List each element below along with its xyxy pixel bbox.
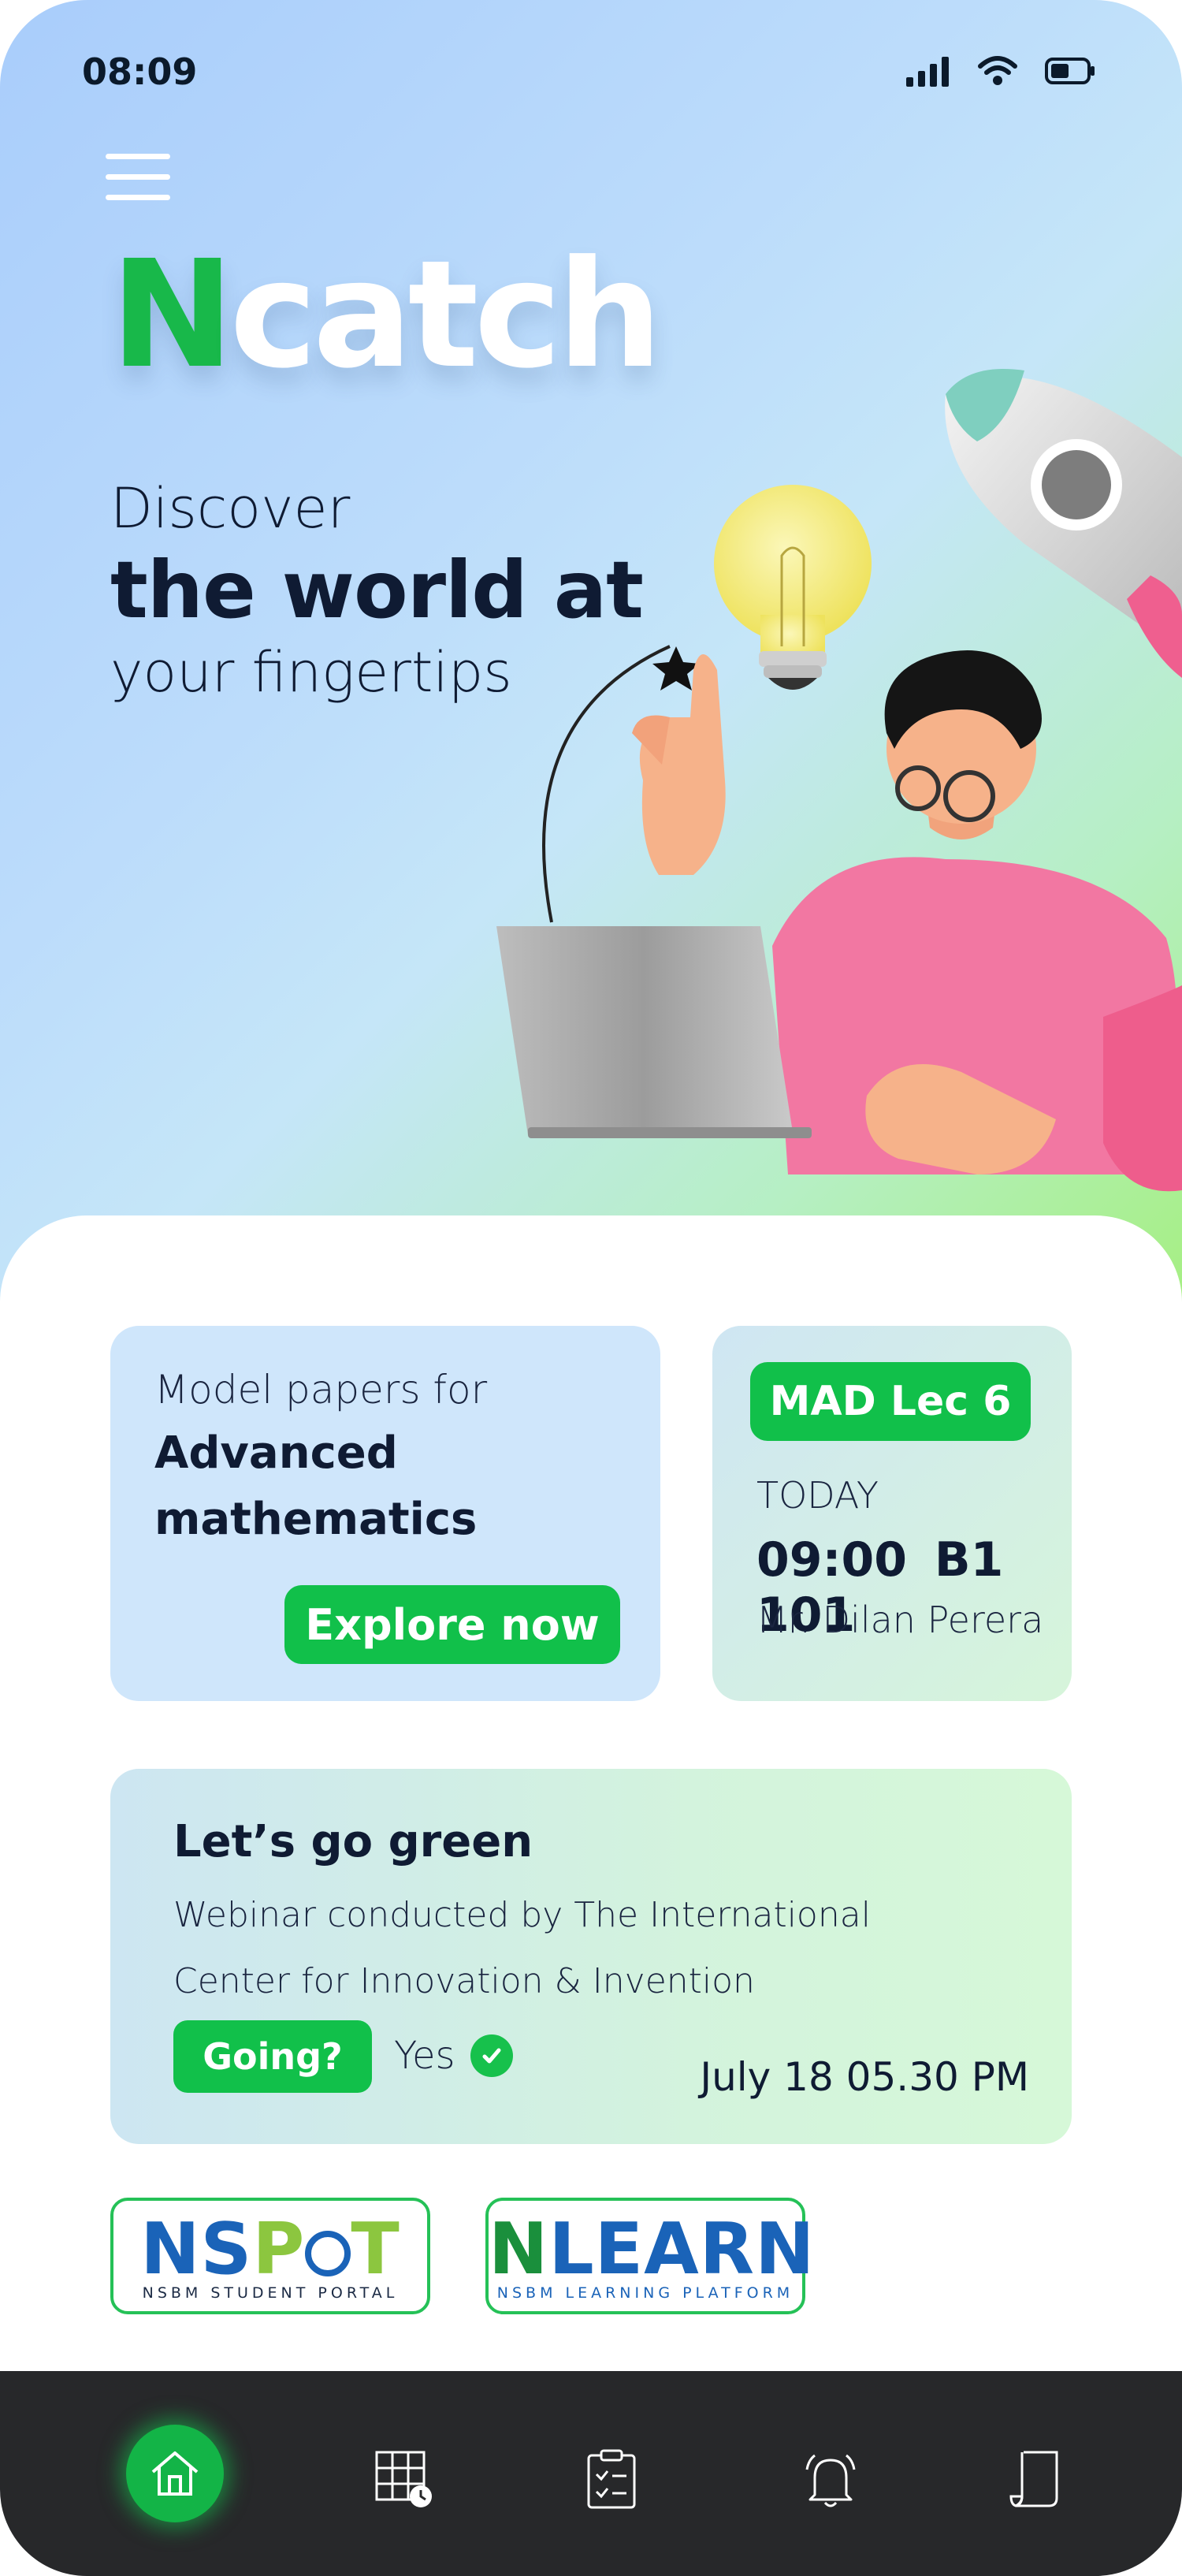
event-desc-line1: Webinar conducted by The International — [173, 1895, 871, 1935]
nspot-subtitle: NSBM STUDENT PORTAL — [142, 2284, 399, 2302]
status-icons — [906, 55, 1095, 87]
lecturer-name: Mr. Dilan Perera — [756, 1599, 1044, 1641]
home-icon[interactable] — [126, 2425, 224, 2522]
hamburger-menu-icon[interactable] — [106, 154, 170, 201]
battery-icon — [1045, 58, 1095, 84]
lecture-day: TODAY — [756, 1474, 879, 1517]
hero-illustration — [496, 369, 1182, 1192]
event-card[interactable]: Let’s go green Webinar conducted by The … — [110, 1769, 1072, 2144]
nlearn-link[interactable]: NLEARN NSBM LEARNING PLATFORM — [485, 2198, 816, 2314]
timetable-icon[interactable] — [364, 2440, 443, 2518]
notifications-icon[interactable] — [791, 2440, 870, 2518]
logo-letter-n: N — [110, 229, 234, 401]
notes-icon[interactable] — [996, 2440, 1075, 2518]
rsvp-response: Yes — [394, 2034, 455, 2078]
status-time: 08:09 — [82, 50, 198, 93]
lightbulb-illustration — [714, 485, 872, 690]
nlearn-subtitle: NSBM LEARNING PLATFORM — [496, 2284, 794, 2302]
nspot-link[interactable]: NSP T NSBM STUDENT PORTAL — [110, 2198, 430, 2314]
lecture-card[interactable]: MAD Lec 6 TODAY 09:00 B1 101 Mr. Dilan P… — [712, 1326, 1072, 1701]
event-title: Let’s go green — [173, 1816, 533, 1867]
nlearn-logo: NLEARN — [489, 2208, 816, 2291]
signal-icon — [906, 57, 949, 87]
event-desc-line2: Center for Innovation & Invention — [173, 1961, 755, 2001]
rocket-illustration — [945, 369, 1182, 678]
event-description: Webinar conducted by The International C… — [173, 1882, 1009, 2015]
event-date: July 18 05.30 PM — [700, 2054, 1029, 2100]
app-screen: 08:09 Ncatch Discover the world at your … — [0, 0, 1182, 2576]
bottom-navigation — [0, 2371, 1182, 2576]
papers-title: Advanced mathematics — [154, 1420, 477, 1553]
papers-subtitle: Model papers for — [154, 1367, 488, 1413]
explore-now-button[interactable]: Explore now — [284, 1585, 620, 1664]
lecture-badge: MAD Lec 6 — [750, 1362, 1031, 1441]
papers-title-line1: Advanced — [154, 1428, 398, 1479]
tasks-icon[interactable] — [572, 2440, 651, 2518]
hero-banner: 08:09 Ncatch Discover the world at your … — [0, 0, 1182, 1356]
nspot-logo: NSP T — [140, 2208, 400, 2291]
model-papers-card[interactable]: Model papers for Advanced mathematics Ex… — [110, 1326, 660, 1701]
checkmark-icon — [470, 2034, 514, 2077]
rsvp-status: Yes — [394, 2034, 514, 2078]
going-button[interactable]: Going? — [173, 2020, 372, 2093]
wifi-icon — [978, 56, 1017, 85]
papers-title-line2: mathematics — [154, 1494, 478, 1545]
